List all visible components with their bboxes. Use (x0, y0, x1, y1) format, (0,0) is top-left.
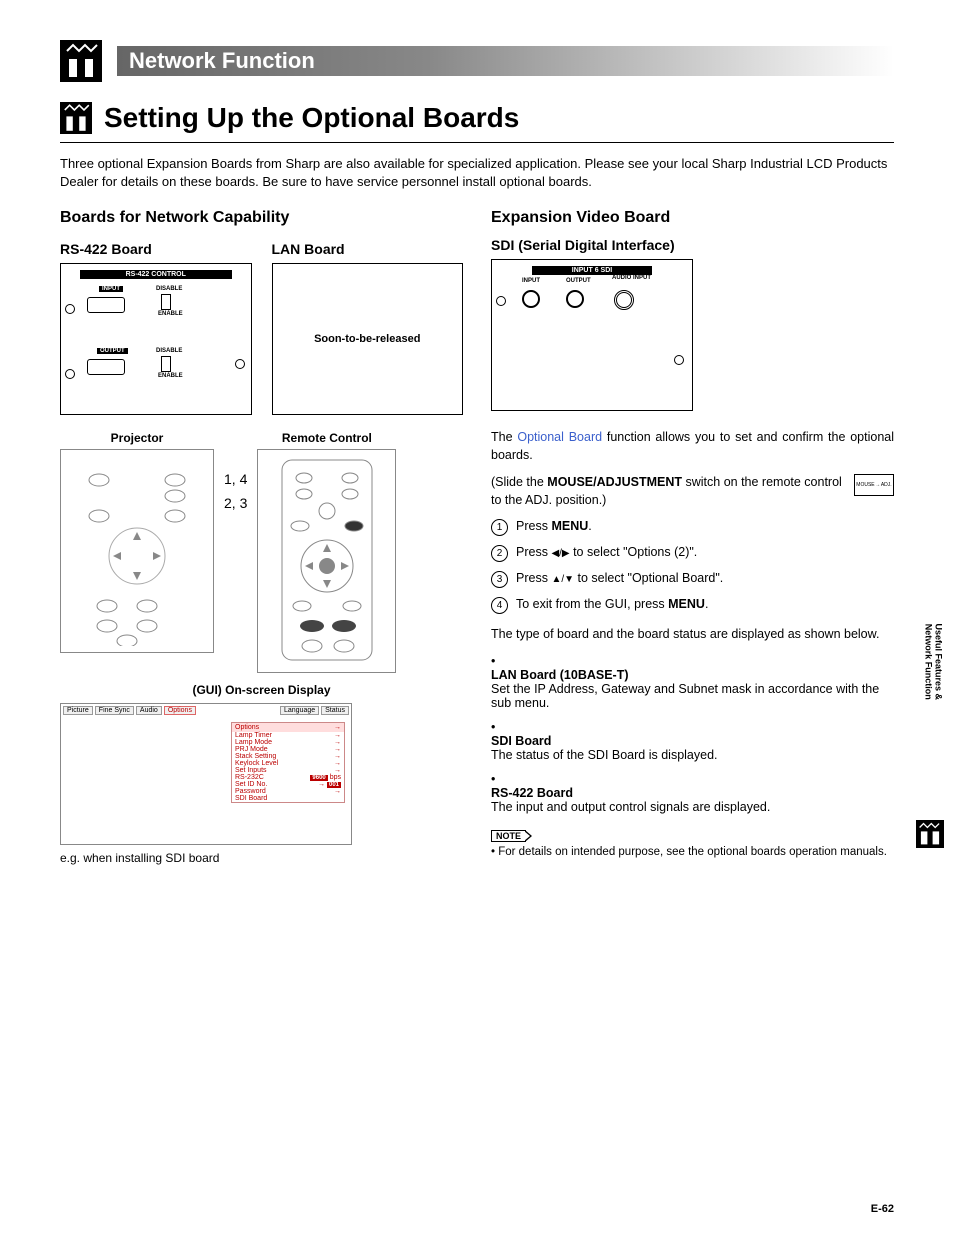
expansion-heading: Expansion Video Board (491, 209, 894, 227)
step-4: 4To exit from the GUI, press MENU. (491, 597, 894, 614)
step-1: 1Press MENU. (491, 519, 894, 536)
steps-list: 1Press MENU. 2Press ◀/▶ to select "Optio… (491, 519, 894, 614)
two-columns: Boards for Network Capability RS-422 Boa… (60, 205, 894, 865)
right-column: Expansion Video Board SDI (Serial Digita… (491, 205, 894, 865)
gui-tabs: Picture Fine Sync Audio Options Language… (61, 704, 351, 717)
title-rule (60, 142, 894, 143)
screw-icon (496, 296, 506, 306)
lan-col: LAN Board Soon-to-be-released (272, 237, 464, 415)
proj-remote-row: Projector (60, 431, 463, 673)
status-text: The type of board and the board status a… (491, 626, 894, 644)
gui-title: (GUI) On-screen Display (60, 683, 463, 697)
bullet-rs422: • RS-422 BoardThe input and output contr… (491, 772, 894, 814)
intro-text: Three optional Expansion Boards from Sha… (60, 155, 894, 191)
optional-board-text: The Optional Board function allows you t… (491, 429, 894, 464)
step-3: 3Press ▲/▼ to select "Optional Board". (491, 571, 894, 588)
switch-icon (161, 356, 171, 372)
projector-panel (60, 449, 214, 653)
left-right-arrows-icon: ◀/▶ (551, 548, 569, 559)
screw-icon (65, 304, 75, 314)
switch-instruction: (Slide the MOUSE/ADJUSTMENT switch on th… (491, 474, 894, 509)
bnc-port (522, 290, 540, 308)
note-text: • For details on intended purpose, see t… (491, 846, 894, 858)
remote-panel (257, 449, 396, 673)
page-number: E-62 (871, 1203, 894, 1215)
sdi-board-diagram: INPUT 6 SDI INPUT OUTPUT AUDIO INPUT (491, 259, 693, 411)
projector-icon-small (60, 102, 92, 134)
title-row: Setting Up the Optional Boards (60, 102, 894, 134)
step-2: 2Press ◀/▶ to select "Options (2)". (491, 545, 894, 562)
note-block: NOTE • For details on intended purpose, … (491, 826, 894, 858)
bullet-lan: • LAN Board (10BASE-T)Set the IP Address… (491, 654, 894, 710)
db9-port (87, 359, 125, 375)
boards-heading: Boards for Network Capability (60, 209, 463, 227)
left-column: Boards for Network Capability RS-422 Boa… (60, 205, 463, 865)
screw-icon (674, 355, 684, 365)
lan-heading: LAN Board (272, 241, 464, 257)
remote-panel-wrap: Remote Control (257, 431, 396, 673)
rca-port (614, 290, 634, 310)
sdi-heading: SDI (Serial Digital Interface) (491, 237, 894, 253)
page-title: Setting Up the Optional Boards (104, 102, 519, 134)
projector-label: Projector (60, 431, 214, 445)
bullet-sdi: • SDI BoardThe status of the SDI Board i… (491, 720, 894, 762)
switch-icon (161, 294, 171, 310)
projector-panel-wrap: Projector (60, 431, 214, 653)
screw-icon (235, 359, 245, 369)
gui-caption: e.g. when installing SDI board (60, 851, 463, 865)
projector-icon (60, 40, 102, 82)
lan-board-diagram: Soon-to-be-released (272, 263, 464, 415)
note-tag: NOTE (491, 830, 526, 842)
boards-row: RS-422 Board RS-422 CONTROL INPUT DISABL… (60, 237, 463, 415)
header-row: Network Function (60, 40, 894, 82)
board-bullets: • LAN Board (10BASE-T)Set the IP Address… (491, 654, 894, 814)
db9-port (87, 297, 125, 313)
mouse-adj-switch-icon: MOUSE→ADJ. (854, 474, 894, 496)
screw-icon (65, 369, 75, 379)
side-projector-icon (916, 820, 944, 848)
banner-title: Network Function (129, 48, 315, 74)
rs422-col: RS-422 Board RS-422 CONTROL INPUT DISABL… (60, 237, 252, 415)
gui-screenshot: Picture Fine Sync Audio Options Language… (60, 703, 352, 845)
side-tab: Useful Features &Network Function (924, 623, 944, 700)
optional-board-link: Optional Board (517, 430, 602, 444)
callout-numbers: 1, 4 2, 3 (224, 431, 247, 511)
bnc-port (566, 290, 584, 308)
remote-label: Remote Control (257, 431, 396, 445)
rs422-board-diagram: RS-422 CONTROL INPUT DISABLE ENABLE OUTP… (60, 263, 252, 415)
lan-text: Soon-to-be-released (314, 333, 420, 345)
banner: Network Function (117, 46, 894, 76)
rs422-heading: RS-422 Board (60, 241, 252, 257)
up-down-arrows-icon: ▲/▼ (551, 574, 574, 585)
options-panel: Options→ Lamp Timer→ Lamp Mode→ PRJ Mode… (231, 722, 345, 803)
